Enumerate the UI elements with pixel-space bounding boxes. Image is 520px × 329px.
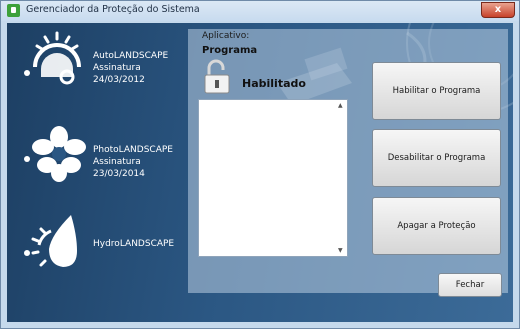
disable-program-button[interactable]: Desabilitar o Programa xyxy=(372,129,501,187)
program-list[interactable]: ▲ ▼ xyxy=(198,99,348,257)
product-name: HydroLANDSCAPE xyxy=(93,239,175,249)
window-title: Gerenciador da Proteção do Sistema xyxy=(26,4,200,15)
product-signature: Assinatura 24/03/2012 xyxy=(93,63,145,85)
protection-status: Habilitado xyxy=(242,77,306,90)
close-button[interactable]: Fechar xyxy=(438,273,502,297)
window-close-button[interactable]: x xyxy=(481,2,515,18)
enable-program-button[interactable]: Habilitar o Programa xyxy=(372,62,501,120)
product-autolandscape[interactable]: AutoLANDSCAPE Assinatura 24/03/2012 xyxy=(21,29,191,89)
erase-protection-button[interactable]: Apagar a Proteção xyxy=(372,197,501,255)
list-scrollbar[interactable]: ▲ ▼ xyxy=(337,101,346,255)
app-lock-icon xyxy=(7,4,20,17)
flower-icon xyxy=(24,126,86,182)
water-drop-icon xyxy=(24,215,77,267)
app-window: Gerenciador da Proteção do Sistema x Aut… xyxy=(0,0,520,329)
application-label: Aplicativo: xyxy=(202,31,250,41)
product-name: PhotoLANDSCAPE xyxy=(93,145,173,155)
program-name: Programa xyxy=(202,45,258,56)
gauge-icon xyxy=(24,31,81,85)
product-hydrolandscape[interactable]: HydroLANDSCAPE xyxy=(21,211,191,271)
title-bar: Gerenciador da Proteção do Sistema xyxy=(1,1,519,21)
product-photolandscape[interactable]: PhotoLANDSCAPE Assinatura 23/03/2014 xyxy=(21,123,191,183)
details-panel: Aplicativo: Programa Habilitado ▲ ▼ Habi… xyxy=(188,29,508,293)
product-name: AutoLANDSCAPE xyxy=(93,51,169,61)
scroll-up-arrow-icon[interactable]: ▲ xyxy=(338,102,343,109)
unlocked-padlock-icon xyxy=(204,59,230,94)
product-signature: Assinatura 23/03/2014 xyxy=(93,157,145,179)
scroll-down-arrow-icon[interactable]: ▼ xyxy=(338,247,343,254)
